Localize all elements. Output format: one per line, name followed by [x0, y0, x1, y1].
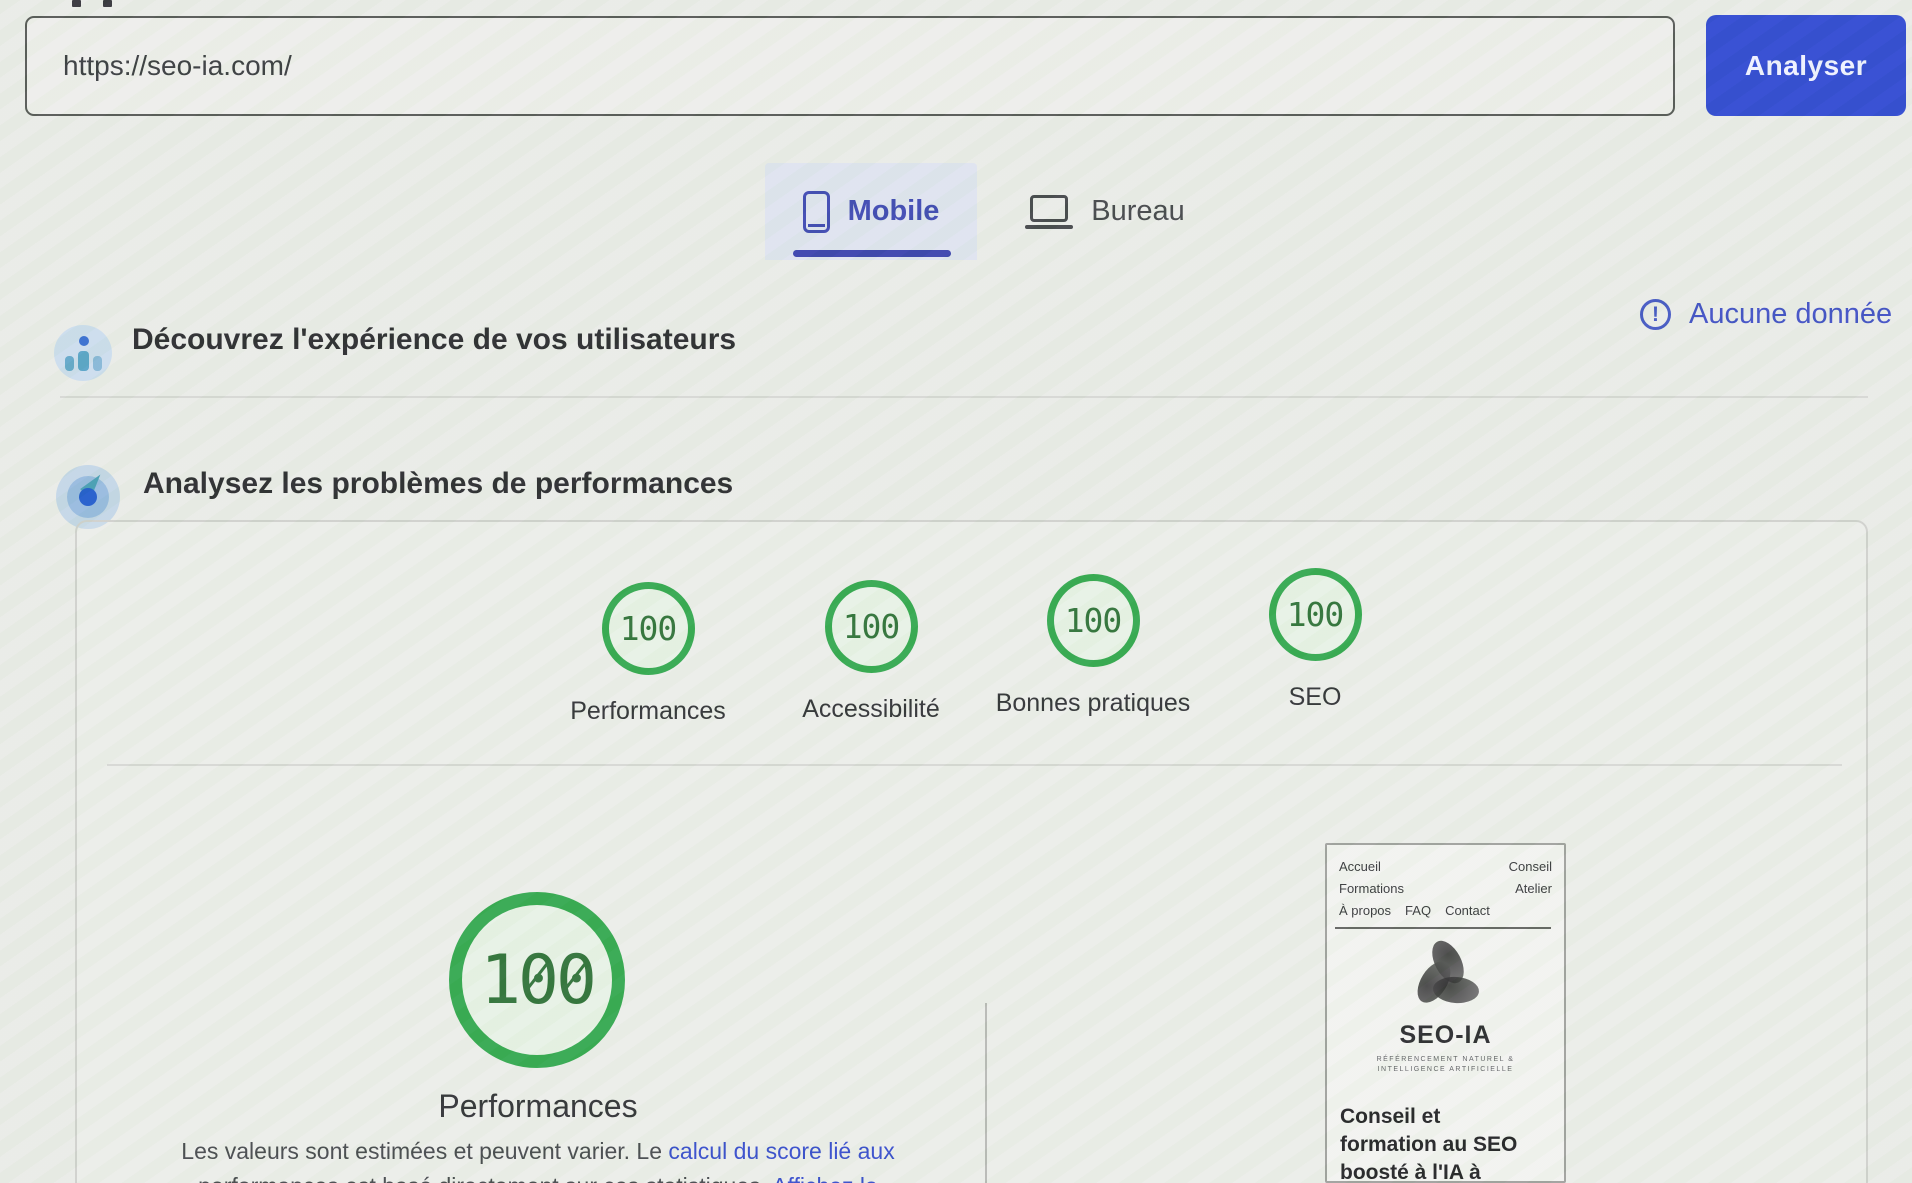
tab-desktop-label: Bureau — [1091, 195, 1185, 227]
score-disclaimer-line2: performances est basé directement sur ce… — [75, 1173, 1001, 1183]
seo-ia-logo — [1409, 935, 1485, 1015]
score-gauge: 100 — [1268, 568, 1362, 661]
score-label: Accessibilité — [802, 695, 940, 723]
score-accessibilite[interactable]: 100 Accessibilité — [761, 580, 981, 724]
disclaimer-text: performances est basé directement sur ce… — [198, 1173, 772, 1183]
score-calc-link[interactable]: calcul du score lié aux — [668, 1138, 894, 1164]
preview-nav: Accueil Conseil Formations Atelier À pro… — [1339, 859, 1552, 918]
preview-nav-item: Atelier — [1515, 881, 1552, 896]
clipped-text-top — [103, 0, 112, 7]
performance-score-value: 100 — [480, 940, 597, 1020]
no-data-label: Aucune donnée — [1689, 298, 1893, 330]
score-value: 100 — [619, 609, 678, 648]
users-icon — [54, 325, 112, 381]
preview-nav-item: Formations — [1339, 881, 1405, 896]
section-divider — [60, 396, 1868, 398]
score-value: 100 — [1064, 601, 1123, 640]
info-icon: ! — [1640, 299, 1671, 330]
no-data-status: ! Aucune donnée — [1640, 298, 1892, 331]
url-input[interactable] — [25, 16, 1675, 116]
performance-panel-title: Performances — [438, 1088, 638, 1124]
mobile-phone-icon — [802, 190, 830, 233]
field-section-title: Découvrez l'expérience de vos utilisateu… — [132, 323, 737, 356]
preview-nav-item: FAQ — [1405, 903, 1432, 918]
preview-nav-item: Contact — [1445, 903, 1490, 918]
lab-section-title: Analysez les problèmes de performances — [143, 467, 734, 500]
column-divider — [985, 1003, 987, 1183]
score-label: Performances — [570, 697, 726, 725]
score-bonnes-pratiques[interactable]: 100 Bonnes pratiques — [983, 574, 1203, 718]
score-disclaimer-line1: Les valeurs sont estimées et peuvent var… — [75, 1138, 1001, 1165]
preview-nav-item: Accueil — [1339, 859, 1381, 874]
score-label: Bonnes pratiques — [995, 689, 1191, 717]
score-seo[interactable]: 100 SEO — [1205, 568, 1425, 712]
tab-mobile[interactable]: Mobile — [765, 163, 977, 260]
site-screenshot-thumbnail[interactable]: Accueil Conseil Formations Atelier À pro… — [1325, 843, 1566, 1183]
preview-nav-item: À propos — [1339, 903, 1392, 918]
desktop-laptop-icon — [1025, 194, 1074, 229]
disclaimer-text: Les valeurs sont estimées et peuvent var… — [181, 1138, 669, 1164]
report-inner-divider — [107, 764, 1842, 766]
score-gauge: 100 — [601, 582, 695, 675]
tab-mobile-label: Mobile — [847, 195, 940, 227]
tab-desktop[interactable]: Bureau — [1000, 163, 1210, 260]
preview-nav-divider — [1335, 927, 1551, 929]
pagespeed-insights-page: { "url_bar": { "value": "https://seo-ia.… — [0, 0, 1912, 1183]
report-panel: 100 Performances 100 Accessibilité 100 B… — [75, 520, 1868, 1183]
score-gauge: 100 — [824, 580, 918, 673]
preview-headline: Conseil et formation au SEO boosté à l'I… — [1340, 1105, 1518, 1183]
show-calculator-link[interactable]: Affichez la — [772, 1173, 878, 1183]
score-performances[interactable]: 100 Performances — [538, 582, 758, 726]
preview-brand-tagline: RÉFÉRENCEMENT NATUREL & INTELLIGENCE ART… — [1376, 1056, 1515, 1073]
performance-big-gauge: 100 — [449, 892, 625, 1068]
clipped-text-top — [72, 0, 81, 7]
analyze-button[interactable]: Analyser — [1706, 15, 1906, 116]
preview-brand-name: SEO-IA — [1399, 1021, 1492, 1049]
score-gauge: 100 — [1046, 574, 1140, 667]
score-label: SEO — [1288, 683, 1342, 711]
score-value: 100 — [842, 607, 901, 646]
score-value: 100 — [1286, 595, 1345, 634]
preview-nav-item: Conseil — [1508, 859, 1552, 874]
